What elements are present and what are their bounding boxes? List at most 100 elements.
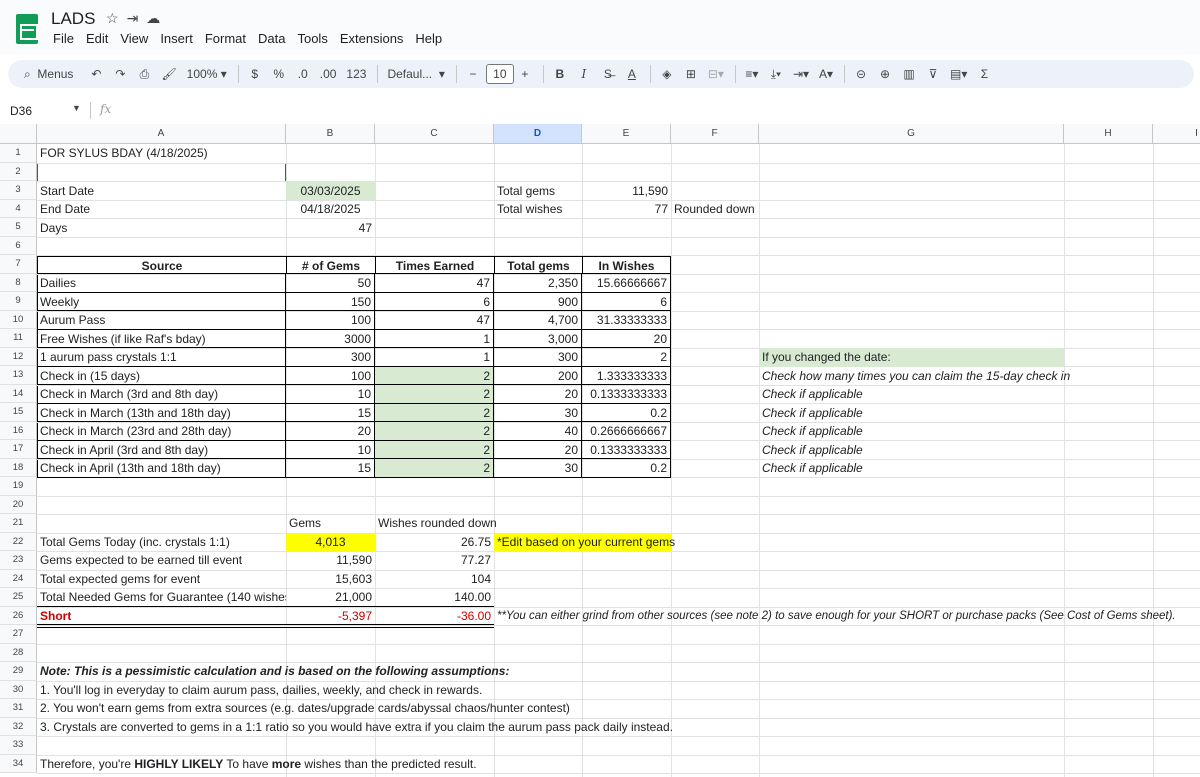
cell-b23[interactable]: 11,590 (286, 551, 375, 570)
table-cell-total[interactable]: 3,000 (494, 329, 582, 348)
menu-insert[interactable]: Insert (154, 31, 199, 46)
cell-a30[interactable]: 1. You'll log in everyday to claim aurum… (37, 681, 485, 700)
header-total-gems[interactable]: Total gems (494, 255, 583, 274)
table-cell-total[interactable]: 20 (494, 385, 582, 404)
chevron-down-icon[interactable]: ▼ (72, 103, 81, 113)
cell-b3-start-date[interactable]: 03/03/2025 (286, 181, 375, 200)
zoom-select[interactable]: 100% ▾ (183, 62, 231, 86)
move-icon[interactable]: ⇥ (127, 10, 147, 26)
column-header-h[interactable]: H (1064, 124, 1153, 144)
insert-chart-icon[interactable]: ▥ (898, 62, 920, 86)
row-header[interactable]: 12 (0, 347, 37, 366)
table-cell-source[interactable]: Check in March (23rd and 28th day) (37, 422, 286, 441)
table-cell-wishes[interactable]: 15.66666667 (582, 274, 671, 293)
table-cell-instruction[interactable]: Check how many times you can claim the 1… (759, 367, 1073, 386)
row-header[interactable]: 16 (0, 421, 37, 440)
table-cell-times[interactable]: 1 (375, 329, 494, 348)
table-cell-instruction[interactable]: Check if applicable (759, 459, 866, 478)
cell-a5[interactable]: Days (37, 219, 70, 238)
paint-format-icon[interactable]: 🖌 (157, 62, 180, 86)
table-cell-times[interactable]: 6 (375, 292, 494, 311)
row-header[interactable]: 22 (0, 532, 37, 551)
currency-format-button[interactable]: $ (244, 62, 266, 86)
cell-b5[interactable]: 47 (286, 219, 375, 238)
row-header[interactable]: 1 (0, 144, 37, 163)
name-box[interactable]: D36 (10, 104, 32, 118)
column-header-g[interactable]: G (759, 124, 1064, 144)
cell-a32[interactable]: 3. Crystals are converted to gems in a 1… (37, 718, 676, 737)
column-header-c[interactable]: C (375, 124, 494, 144)
decrease-decimal-button[interactable]: .0 (292, 62, 314, 86)
row-header[interactable]: 33 (0, 736, 37, 755)
menu-view[interactable]: View (114, 31, 154, 46)
table-cell-gems[interactable]: 100 (286, 311, 375, 330)
table-cell-instruction[interactable]: Check if applicable (759, 441, 866, 460)
menu-data[interactable]: Data (252, 31, 291, 46)
document-title[interactable]: LADS (51, 9, 95, 29)
table-cell-gems[interactable]: 50 (286, 274, 375, 293)
table-cell-wishes[interactable]: 0.2 (582, 459, 671, 478)
table-cell-source[interactable]: Aurum Pass (37, 311, 286, 330)
table-cell-total[interactable]: 2,350 (494, 274, 582, 293)
cell-c24[interactable]: 104 (375, 570, 494, 589)
column-header-i[interactable]: I (1153, 124, 1200, 144)
row-header[interactable]: 23 (0, 551, 37, 570)
cell-e3[interactable]: 11,590 (582, 182, 671, 201)
italic-button[interactable]: I (573, 62, 595, 86)
number-format-button[interactable]: 123 (342, 62, 370, 86)
row-header[interactable]: 31 (0, 699, 37, 718)
cell-d4[interactable]: Total wishes (494, 200, 565, 219)
table-cell-source[interactable]: Free Wishes (if like Raf's bday) (37, 329, 286, 348)
cell-c23[interactable]: 77.27 (375, 551, 494, 570)
table-cell-wishes[interactable]: 31.33333333 (582, 311, 671, 330)
row-header[interactable]: 32 (0, 717, 37, 736)
row-header[interactable]: 27 (0, 625, 37, 644)
table-cell-times[interactable]: 2 (375, 422, 494, 441)
font-select[interactable]: Defaul... ▾ (383, 62, 448, 86)
row-header[interactable]: 11 (0, 329, 37, 348)
cell-f4[interactable]: Rounded down (671, 200, 758, 219)
row-header[interactable]: 34 (0, 754, 37, 773)
cell-a29-note-title[interactable]: Note: This is a pessimistic calculation … (37, 662, 512, 681)
table-cell-gems[interactable]: 10 (286, 385, 375, 404)
cell-b25[interactable]: 21,000 (286, 588, 375, 607)
cell-b26[interactable]: -5,397 (286, 607, 375, 626)
row-header[interactable]: 5 (0, 218, 37, 237)
row-header[interactable]: 8 (0, 273, 37, 292)
table-cell-wishes[interactable]: 2 (582, 348, 671, 367)
table-cell-instruction[interactable]: Check if applicable (759, 385, 866, 404)
table-cell-total[interactable]: 300 (494, 348, 582, 367)
sheets-logo-icon[interactable] (16, 14, 38, 44)
table-cell-times[interactable]: 2 (375, 366, 494, 385)
bold-button[interactable]: B (549, 62, 571, 86)
cell-a22[interactable]: Total Gems Today (inc. crystals 1:1) (37, 533, 233, 552)
row-header[interactable]: 21 (0, 514, 37, 533)
filter-icon[interactable]: ⊽ (922, 62, 944, 86)
column-header-d[interactable]: D (494, 124, 582, 144)
table-cell-gems[interactable]: 300 (286, 348, 375, 367)
column-header-b[interactable]: B (286, 124, 375, 144)
menu-edit[interactable]: Edit (80, 31, 114, 46)
cell-a24[interactable]: Total expected gems for event (37, 570, 203, 589)
table-cell-wishes[interactable]: 0.2666666667 (582, 422, 671, 441)
table-cell-source[interactable]: Check in March (3rd and 8th day) (37, 385, 286, 404)
font-size-increase-button[interactable]: + (514, 62, 536, 86)
table-cell-times[interactable]: 47 (375, 311, 494, 330)
header-source[interactable]: Source (37, 255, 287, 274)
text-wrapping-icon[interactable]: ⇥▾ (789, 62, 813, 86)
cell-b24[interactable]: 15,603 (286, 570, 375, 589)
strikethrough-icon[interactable]: S̶ (597, 62, 619, 86)
insert-link-icon[interactable]: ⊝ (850, 62, 872, 86)
cell-e4[interactable]: 77 (582, 200, 671, 219)
menu-tools[interactable]: Tools (291, 31, 333, 46)
text-color-button[interactable]: A (621, 62, 643, 86)
cell-a2[interactable] (37, 163, 286, 182)
table-cell-times[interactable]: 2 (375, 459, 494, 478)
text-rotation-icon[interactable]: A▾ (815, 62, 837, 86)
table-cell-wishes[interactable]: 0.1333333333 (582, 440, 671, 459)
cell-a3[interactable]: Start Date (37, 182, 97, 201)
cell-c22[interactable]: 26.75 (375, 533, 494, 552)
row-header[interactable]: 7 (0, 255, 37, 274)
table-cell-total[interactable]: 4,700 (494, 311, 582, 330)
borders-icon[interactable]: ⊞ (680, 62, 702, 86)
